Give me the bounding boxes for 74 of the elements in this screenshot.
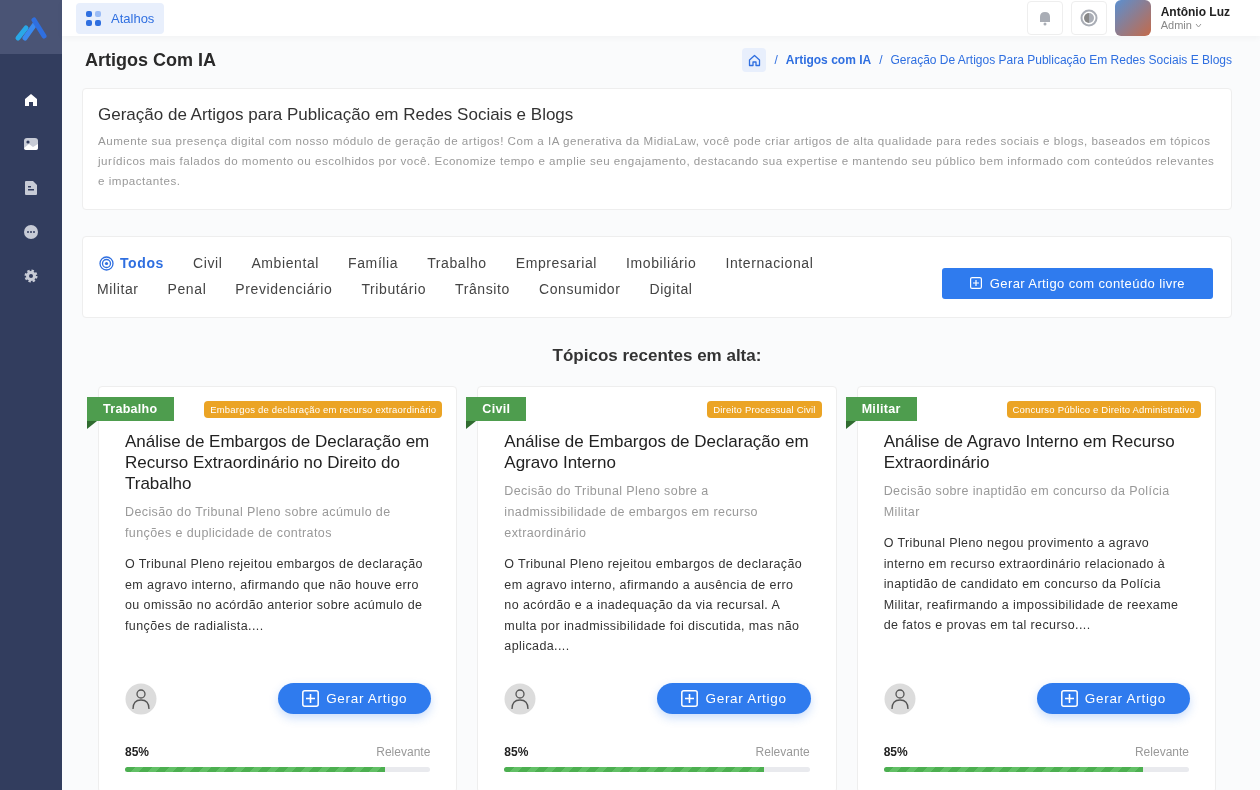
breadcrumb-home-button[interactable] [742,48,767,72]
category-filter[interactable]: Ambiental [249,253,331,273]
card-subtitle: Decisão do Tribunal Pleno sobre acúmulo de funções e duplicidade de contratos [125,504,392,542]
category-filter[interactable]: Todos [97,253,175,273]
card-title: Análise de Embargos de Declaração em Agravo Interno [504,431,810,473]
category-ribbon: Trabalho [87,397,174,421]
card-summary: O Tribunal Pleno negou provimento a agravo interno em recurso extraordinário relacionado à inaptidão de candidato em concurso da Polícia Militar, reafirmando a impossibilidade de reexame de fatos e provas em tal recurso.... [883,535,1180,634]
image-icon[interactable] [23,136,39,152]
breadcrumb-separator: / [879,53,883,67]
home-icon [747,53,761,67]
illustration-icon [504,682,537,715]
generate-article-button[interactable]: Gerar Artigo [657,683,811,714]
relevance-label: Relevante [1134,744,1189,759]
generate-article-button[interactable]: Gerar Artigo [278,683,432,714]
chat-icon[interactable] [23,224,39,240]
relevance-label: Relevante [376,744,431,759]
free-content-button[interactable]: Gerar Artigo com conteúdo livre [941,267,1213,299]
category-filter[interactable]: Trânsito [453,279,521,299]
ribbon-fold [87,421,97,429]
card-summary: O Tribunal Pleno rejeitou embargos de declaração em agravo interno, afirmando que não houve erro ou omissão no acórdão anterior sobre acúmulo de funções de radialista.... [125,556,424,635]
user-name: Antônio Luz [1160,5,1230,19]
category-ribbon: Civil [466,397,527,421]
ribbon-fold [466,421,477,429]
document-icon[interactable] [24,180,38,196]
topic-tag: Embargos de declaração em recurso extraordinário [204,400,443,418]
breadcrumb-separator: / [774,53,778,67]
card-title: Análise de Embargos de Declaração em Recurso Extraordinário no Direito do Trabalho [125,431,431,494]
category-filter[interactable]: Tributário [359,279,438,299]
intro-title: Geração de Artigos para Publicação em Redes Sociais e Blogs [98,105,575,125]
section-heading: Tópicos recentes em alta: [551,346,763,366]
category-filter[interactable]: Consumidor [536,279,632,299]
contrast-icon [1079,9,1098,27]
category-filter[interactable]: Penal [165,279,218,299]
relevance-percent: 85% [125,744,150,759]
ribbon-fold [845,421,856,429]
target-icon [99,255,114,271]
breadcrumb-link[interactable]: Geração De Artigos Para Publicação Em Redes Sociais E Blogs [890,53,1232,67]
user-avatar[interactable] [1114,0,1151,36]
relevance-percent: 85% [504,744,529,759]
category-filter[interactable]: Civil [190,253,234,273]
card-summary: O Tribunal Pleno rejeitou embargos de declaração em agravo interno, afirmando a ausência de erro no acórdão e a inadequação da via recursal. A multa por inadmissibilidade foi discutida, mas não aplicada.... [504,556,804,655]
generate-article-button[interactable]: Gerar Artigo [1036,683,1190,714]
topic-tag: Concurso Público e Direito Administrativo [1006,400,1201,418]
settings-icon[interactable] [23,268,39,284]
plus-square-icon [681,690,699,707]
card-title: Análise de Agravo Interno em Recurso Extraordinário [883,431,1176,473]
intro-text: Aumente sua presença digital com nosso módulo de geração de artigos! Com a IA generativa da MidiaLaw, você pode criar artigos de alta qualidade para redes sociais e blogs, baseados em tópicos jurídicos mais falados do momento ou escolhidos por você. Economize tempo e amplie seu engajamento, destacando sua expertise e mantendo seu público bem informado com conteúdos relevantes e impactantes. [98,133,1216,189]
plus-square-icon [1060,690,1078,707]
grid-icon [86,10,101,26]
category-filter[interactable]: Imobiliário [624,253,708,273]
topic-tag: Direito Processual Civil [707,400,822,418]
category-filter[interactable]: Internacional [723,253,825,273]
category-ribbon: Militar [845,397,917,421]
relevance-percent: 85% [883,744,908,759]
card-subtitle: Decisão do Tribunal Pleno sobre a inadmissibilidade de embargos em recurso extraordinário [504,483,759,542]
category-filter[interactable]: Previdenciário [233,279,344,299]
theme-toggle-button[interactable] [1070,1,1107,35]
card-subtitle: Decisão sobre inaptidão em concurso da Polícia Militar [883,483,1171,521]
relevance-label: Relevante [755,744,810,759]
user-role-dropdown[interactable]: Admin [1160,19,1230,31]
shortcuts-button[interactable]: Atalhos [76,2,165,34]
category-filter[interactable]: Digital [647,279,704,299]
category-filter[interactable]: Empresarial [513,253,609,273]
home-icon[interactable] [23,92,39,108]
plus-square-icon [302,690,320,707]
illustration-icon [883,682,916,715]
page-title: Artigos Com IA [85,49,216,71]
illustration-icon [125,682,157,715]
category-filter[interactable]: Trabalho [425,253,498,273]
category-filter[interactable]: Família [346,253,410,273]
category-filter[interactable]: Militar [95,279,150,299]
breadcrumb-link[interactable]: Artigos com IA [785,53,872,67]
chevron-down-icon [1194,22,1202,28]
plus-square-icon [969,277,982,289]
